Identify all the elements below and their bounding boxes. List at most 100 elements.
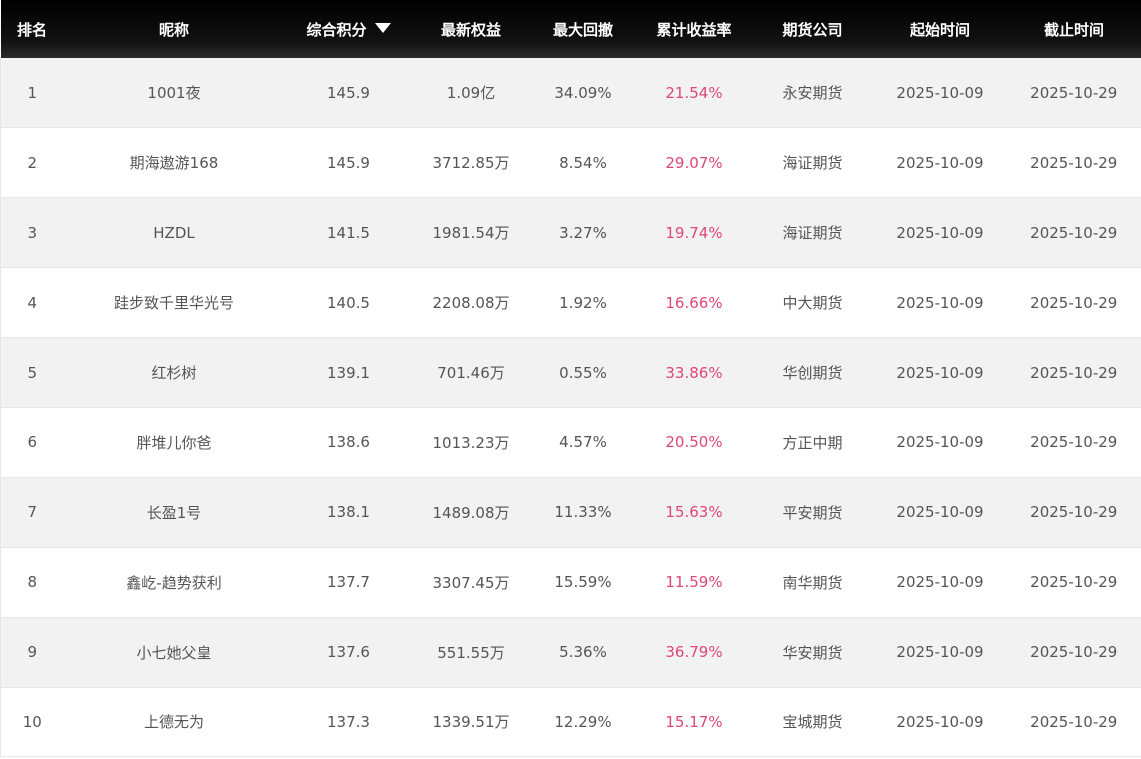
cell-drawdown: 0.55%	[529, 337, 637, 408]
column-header-drawdown[interactable]: 最大回撤	[530, 0, 637, 58]
cell-company: 华安期货	[751, 617, 874, 688]
table-row[interactable]: 9 小七她父皇 137.6 551.55万 5.36% 36.79% 华安期货 …	[0, 617, 1141, 688]
table-row[interactable]: 7 长盈1号 138.1 1489.08万 11.33% 15.63% 平安期货…	[0, 477, 1141, 548]
cell-nickname[interactable]: 期海遨游168	[63, 127, 285, 199]
cell-drawdown: 5.36%	[529, 617, 637, 688]
cell-nickname[interactable]: 红杉树	[63, 337, 285, 408]
cell-drawdown: 3.27%	[529, 197, 637, 269]
cell-end: 2025-10-29	[1006, 197, 1141, 269]
cell-score: 145.9	[284, 127, 413, 199]
table-row[interactable]: 6 胖堆儿你爸 138.6 1013.23万 4.57% 20.50% 方正中期…	[0, 407, 1141, 478]
cell-company: 平安期货	[751, 477, 874, 548]
cell-rank: 3	[0, 197, 64, 269]
table-row[interactable]: 10 上德无为 137.3 1339.51万 12.29% 15.17% 宝城期…	[0, 687, 1141, 758]
cell-start: 2025-10-09	[873, 477, 1007, 548]
cell-company: 宝城期货	[751, 687, 874, 758]
cell-equity: 1981.54万	[412, 197, 530, 269]
cell-return: 15.17%	[636, 687, 752, 758]
cell-end: 2025-10-29	[1006, 337, 1141, 408]
cell-end: 2025-10-29	[1006, 687, 1141, 758]
cell-nickname[interactable]: 胖堆儿你爸	[63, 407, 285, 478]
cell-equity: 701.46万	[412, 337, 530, 408]
cell-end: 2025-10-29	[1006, 267, 1141, 339]
cell-return: 33.86%	[636, 337, 752, 408]
cell-score: 140.5	[284, 267, 413, 339]
table-row[interactable]: 2 期海遨游168 145.9 3712.85万 8.54% 29.07% 海证…	[0, 127, 1141, 199]
cell-company: 海证期货	[751, 127, 874, 199]
table-row[interactable]: 1 1001夜 145.9 1.09亿 34.09% 21.54% 永安期货 2…	[0, 58, 1141, 129]
cell-score: 137.7	[284, 547, 413, 618]
table-row[interactable]: 4 跬步致千里华光号 140.5 2208.08万 1.92% 16.66% 中…	[0, 267, 1141, 339]
cell-start: 2025-10-09	[873, 197, 1007, 269]
cell-return: 11.59%	[636, 547, 752, 618]
cell-company: 永安期货	[751, 58, 874, 129]
cell-end: 2025-10-29	[1006, 407, 1141, 478]
cell-start: 2025-10-09	[873, 267, 1007, 339]
cell-end: 2025-10-29	[1006, 617, 1141, 688]
cell-drawdown: 34.09%	[529, 58, 637, 129]
cell-rank: 10	[0, 687, 64, 758]
table-row[interactable]: 3 HZDL 141.5 1981.54万 3.27% 19.74% 海证期货 …	[0, 197, 1141, 269]
cell-company: 方正中期	[751, 407, 874, 478]
column-header-return[interactable]: 累计收益率	[637, 0, 752, 58]
cell-nickname[interactable]: 上德无为	[63, 687, 285, 758]
cell-nickname[interactable]: 小七她父皇	[63, 617, 285, 688]
cell-nickname[interactable]: HZDL	[63, 197, 285, 269]
cell-end: 2025-10-29	[1006, 127, 1141, 199]
cell-score: 138.1	[284, 477, 413, 548]
cell-company: 华创期货	[751, 337, 874, 408]
cell-equity: 2208.08万	[412, 267, 530, 339]
cell-start: 2025-10-09	[873, 617, 1007, 688]
cell-start: 2025-10-09	[873, 337, 1007, 408]
column-header-equity[interactable]: 最新权益	[413, 0, 530, 58]
cell-rank: 4	[0, 267, 64, 339]
column-header-start[interactable]: 起始时间	[874, 0, 1007, 58]
cell-equity: 1013.23万	[412, 407, 530, 478]
cell-score: 138.6	[284, 407, 413, 478]
cell-equity: 551.55万	[412, 617, 530, 688]
sort-desc-icon[interactable]	[374, 22, 391, 33]
cell-score: 139.1	[284, 337, 413, 408]
cell-drawdown: 4.57%	[529, 407, 637, 478]
cell-rank: 6	[0, 407, 64, 478]
cell-nickname[interactable]: 跬步致千里华光号	[63, 267, 285, 339]
cell-equity: 1489.08万	[412, 477, 530, 548]
column-header-score[interactable]: 综合积分	[285, 0, 413, 58]
cell-return: 21.54%	[636, 58, 752, 129]
cell-drawdown: 1.92%	[529, 267, 637, 339]
column-header-rank[interactable]: 排名	[1, 0, 64, 58]
cell-rank: 5	[0, 337, 64, 408]
cell-score: 141.5	[284, 197, 413, 269]
cell-rank: 1	[0, 58, 64, 129]
cell-company: 南华期货	[751, 547, 874, 618]
cell-return: 16.66%	[636, 267, 752, 339]
cell-end: 2025-10-29	[1006, 477, 1141, 548]
cell-score: 137.3	[284, 687, 413, 758]
cell-return: 36.79%	[636, 617, 752, 688]
table-header: 排名 昵称 综合积分 最新权益 最大回撤 累计收益率 期货公司 起始时间 截止时…	[0, 0, 1141, 58]
ranking-table: 排名 昵称 综合积分 最新权益 最大回撤 累计收益率 期货公司 起始时间 截止时…	[0, 0, 1141, 758]
column-header-end[interactable]: 截止时间	[1007, 0, 1141, 58]
cell-score: 145.9	[284, 58, 413, 129]
cell-rank: 2	[0, 127, 64, 199]
cell-return: 20.50%	[636, 407, 752, 478]
column-header-nickname[interactable]: 昵称	[64, 0, 285, 58]
cell-score: 137.6	[284, 617, 413, 688]
table-row[interactable]: 8 鑫屹-趋势获利 137.7 3307.45万 15.59% 11.59% 南…	[0, 547, 1141, 618]
cell-nickname[interactable]: 鑫屹-趋势获利	[63, 547, 285, 618]
column-header-score-label: 综合积分	[306, 20, 367, 39]
table-body: 1 1001夜 145.9 1.09亿 34.09% 21.54% 永安期货 2…	[0, 58, 1141, 758]
cell-end: 2025-10-29	[1006, 58, 1141, 129]
cell-return: 29.07%	[636, 127, 752, 199]
cell-nickname[interactable]: 长盈1号	[63, 477, 285, 548]
cell-equity: 1339.51万	[412, 687, 530, 758]
cell-start: 2025-10-09	[873, 547, 1007, 618]
cell-return: 19.74%	[636, 197, 752, 269]
cell-rank: 9	[0, 617, 64, 688]
cell-start: 2025-10-09	[873, 127, 1007, 199]
cell-nickname[interactable]: 1001夜	[63, 58, 285, 129]
cell-equity: 1.09亿	[412, 58, 530, 129]
table-row[interactable]: 5 红杉树 139.1 701.46万 0.55% 33.86% 华创期货 20…	[0, 337, 1141, 408]
cell-drawdown: 15.59%	[529, 547, 637, 618]
column-header-company[interactable]: 期货公司	[752, 0, 874, 58]
